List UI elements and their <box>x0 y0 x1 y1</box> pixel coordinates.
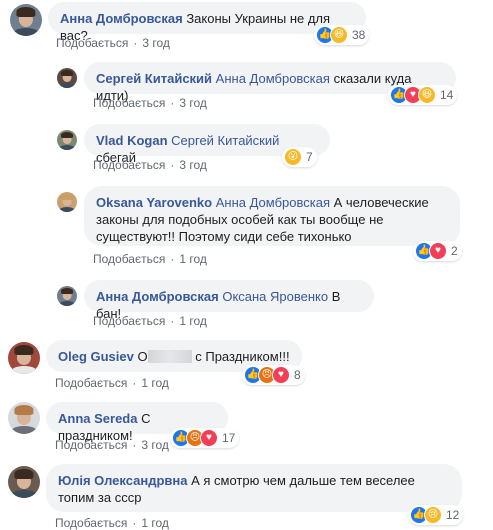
wow-icon: 😮 <box>284 148 302 166</box>
author-name[interactable]: Oleg Gusiev <box>58 349 134 364</box>
avatar[interactable] <box>57 192 77 212</box>
comment-actions: Подобається · 1 год <box>93 314 207 328</box>
author-name[interactable]: Юлія Олександрвна <box>58 473 187 488</box>
timestamp[interactable]: 3 год <box>179 158 207 172</box>
mention-link[interactable]: Анна Домбровская <box>216 195 330 210</box>
avatar[interactable] <box>57 130 77 150</box>
timestamp[interactable]: 3 год <box>141 438 169 452</box>
author-name[interactable]: Сергей Китайский <box>96 71 212 86</box>
timestamp[interactable]: 1 год <box>179 252 207 266</box>
reaction-summary[interactable]: 😮 7 <box>282 147 317 167</box>
reaction-summary[interactable]: 👍 ♥ 2 <box>413 241 462 261</box>
timestamp[interactable]: 3 год <box>142 36 170 50</box>
mention-link[interactable]: Оксана Яровенко <box>222 289 328 304</box>
avatar[interactable] <box>8 342 40 374</box>
reaction-summary[interactable]: 👍 😠 ♥ 17 <box>170 428 240 448</box>
comment-actions: Подобається · 1 год <box>55 376 169 390</box>
like-link[interactable]: Подобається <box>56 36 128 50</box>
avatar[interactable] <box>8 402 40 434</box>
author-name[interactable]: Анна Домбровская <box>96 289 219 304</box>
reaction-summary[interactable]: 👍 😆 38 <box>314 25 370 45</box>
reaction-count: 2 <box>451 244 458 258</box>
like-link[interactable]: Подобається <box>93 252 165 266</box>
author-name[interactable]: Анна Домбровская <box>60 11 183 26</box>
comment-text-prefix: О <box>137 349 148 364</box>
heart-icon: ♥ <box>200 429 218 447</box>
reaction-count: 38 <box>352 28 366 42</box>
reaction-count: 7 <box>306 150 313 164</box>
comment-actions: Подобається · 1 год <box>55 516 169 530</box>
timestamp[interactable]: 3 год <box>179 96 207 110</box>
like-link[interactable]: Подобається <box>55 516 127 530</box>
comment-actions: Подобається · 3 год <box>93 158 207 172</box>
timestamp[interactable]: 1 год <box>141 516 169 530</box>
like-link[interactable]: Подобається <box>93 158 165 172</box>
reaction-summary[interactable]: 👍 😠 ♥ 8 <box>242 365 305 385</box>
reaction-count: 14 <box>440 88 454 102</box>
like-link[interactable]: Подобається <box>93 96 165 110</box>
comment-bubble: Oksana Yarovenko Анна Домбровская А чело… <box>84 186 460 246</box>
comment-text: с Праздником!!! <box>195 349 290 364</box>
avatar[interactable] <box>8 466 40 498</box>
comment-actions: Подобається · 3 год <box>55 438 169 452</box>
heart-icon: ♥ <box>272 366 290 384</box>
like-link[interactable]: Подобається <box>55 438 127 452</box>
avatar[interactable] <box>10 4 42 36</box>
timestamp[interactable]: 1 год <box>179 314 207 328</box>
comment-actions: Подобається · 3 год <box>56 36 170 50</box>
comment-actions: Подобається · 3 год <box>93 96 207 110</box>
avatar[interactable] <box>57 286 77 306</box>
reaction-count: 17 <box>222 431 236 445</box>
haha-icon: 😆 <box>330 26 348 44</box>
heart-icon: ♥ <box>429 242 447 260</box>
reaction-count: 8 <box>294 368 301 382</box>
author-name[interactable]: Vlad Kogan <box>96 133 168 148</box>
mention-link[interactable]: Сергей Китайский <box>171 133 279 148</box>
like-link[interactable]: Подобається <box>93 314 165 328</box>
like-link[interactable]: Подобається <box>55 376 127 390</box>
author-name[interactable]: Anna Sereda <box>58 411 137 426</box>
comment-bubble: Анна Домбровская Оксана Яровенко В бан! <box>84 280 374 321</box>
comment-bubble: Юлія Олександрвна А я смотрю чем дальше … <box>46 464 462 512</box>
sad-icon: 😢 <box>424 506 442 524</box>
timestamp[interactable]: 1 год <box>141 376 169 390</box>
reaction-summary[interactable]: 👍 😢 12 <box>408 505 464 525</box>
author-name[interactable]: Oksana Yarovenko <box>96 195 212 210</box>
reaction-summary[interactable]: 👍 ♥ 😆 14 <box>388 85 458 105</box>
mention-link[interactable]: Анна Домбровская <box>216 71 330 86</box>
reaction-count: 12 <box>446 508 460 522</box>
haha-icon: 😆 <box>418 86 436 104</box>
avatar[interactable] <box>57 68 77 88</box>
redacted-text <box>147 350 192 363</box>
comment-actions: Подобається · 1 год <box>93 252 207 266</box>
